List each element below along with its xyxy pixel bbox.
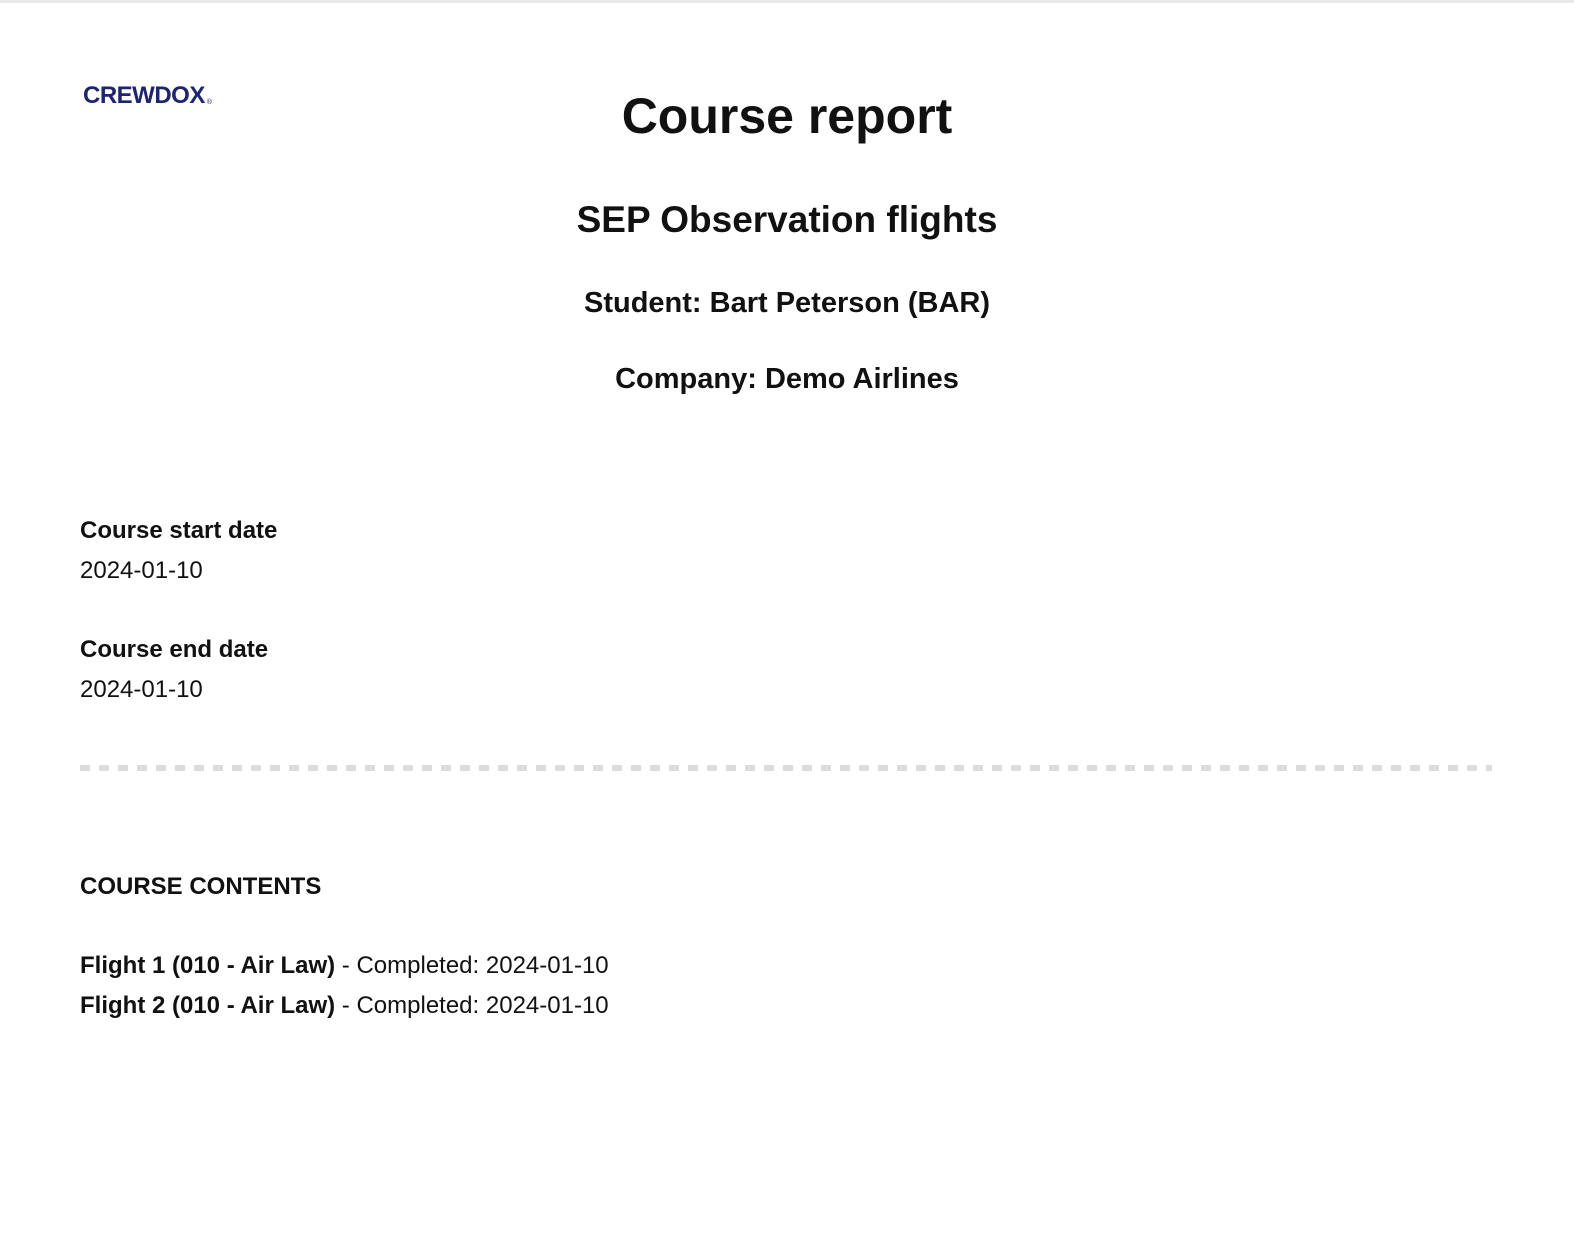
course-contents-heading: COURSE CONTENTS	[80, 873, 322, 900]
course-name: SEP Observation flights	[576, 199, 998, 240]
list-item: Flight 1 (010 - Air Law) - Completed: 20…	[80, 951, 609, 981]
student-line: Student: Bart Peterson (BAR)	[583, 287, 990, 319]
page-title: Course report	[621, 88, 953, 144]
top-border	[0, 0, 1574, 3]
flight-status: - Completed: 2024-01-10	[335, 992, 609, 1019]
company-line: Company: Demo Airlines	[615, 363, 959, 395]
course-end-date-label: Course end date	[80, 636, 269, 663]
course-end-date-value: 2024-01-10	[80, 676, 203, 703]
flight-status: - Completed: 2024-01-10	[335, 952, 609, 979]
flight-name: Flight 2 (010 - Air Law)	[80, 992, 336, 1019]
dashed-divider	[80, 765, 1492, 771]
course-start-date-value: 2024-01-10	[80, 557, 203, 584]
course-start-date-label: Course start date	[80, 517, 278, 544]
flight-name: Flight 1 (010 - Air Law)	[80, 952, 336, 979]
list-item: Flight 2 (010 - Air Law) - Completed: 20…	[80, 991, 609, 1021]
